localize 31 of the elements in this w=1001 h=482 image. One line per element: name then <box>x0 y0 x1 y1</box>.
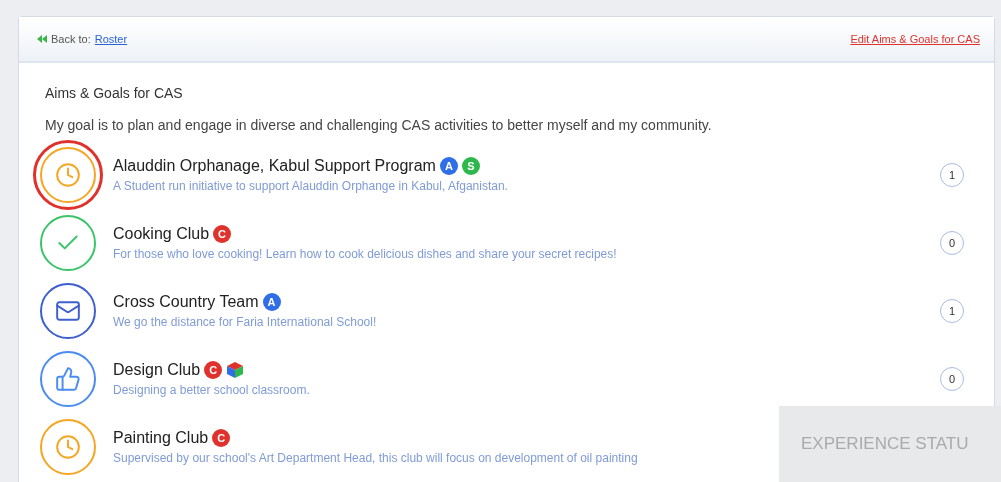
activity-description: A Student run initiative to support Alauddin Orphange in Kabul, Afganistan. <box>113 179 509 193</box>
category-badge: C <box>204 361 223 379</box>
envelope-icon <box>55 298 81 324</box>
activity-name[interactable]: Painting Club <box>113 429 209 447</box>
category-badge: C <box>213 225 232 243</box>
back-arrow-icon <box>37 35 47 43</box>
category-badge: S <box>461 157 480 175</box>
cube-icon <box>226 361 245 379</box>
activity-description: For those who love cooking! Learn how to cook delicious dishes and share your secret recipes! <box>113 247 618 261</box>
activity-icon[interactable] <box>40 283 96 339</box>
category-badge: A <box>439 157 458 175</box>
back-label: Back to: <box>51 33 91 45</box>
activity-description: We go the distance for Faria International School! <box>113 315 378 329</box>
activity-name[interactable]: Alauddin Orphanage, Kabul Support Program <box>113 157 436 175</box>
clock-icon <box>55 162 81 188</box>
goal-text: My goal is to plan and engage in diverse and challenging CAS activities to better myself and my community. <box>45 117 713 133</box>
roster-link[interactable]: Roster <box>94 33 128 45</box>
panel-title: EXPERIENCE STATU <box>801 434 969 453</box>
activity-description: Designing a better school classroom. <box>113 383 311 397</box>
clock-icon <box>55 434 81 460</box>
activity-icon[interactable] <box>40 147 96 203</box>
edit-aims-link[interactable]: Edit Aims & Goals for CAS <box>850 33 980 45</box>
activity-name[interactable]: Design Club <box>113 361 201 379</box>
category-badge: C <box>212 429 231 447</box>
thumbs-up-icon <box>55 366 81 392</box>
activity-description: Supervised by our school's Art Department Head, this club will focus on development of oil painting <box>113 451 639 465</box>
activity-name[interactable]: Cross Country Team <box>113 293 259 311</box>
category-badge: A <box>262 293 281 311</box>
section-title: Aims & Goals for CAS <box>45 85 184 101</box>
activity-name[interactable]: Cooking Club <box>113 225 210 243</box>
activity-icon[interactable] <box>40 351 96 407</box>
